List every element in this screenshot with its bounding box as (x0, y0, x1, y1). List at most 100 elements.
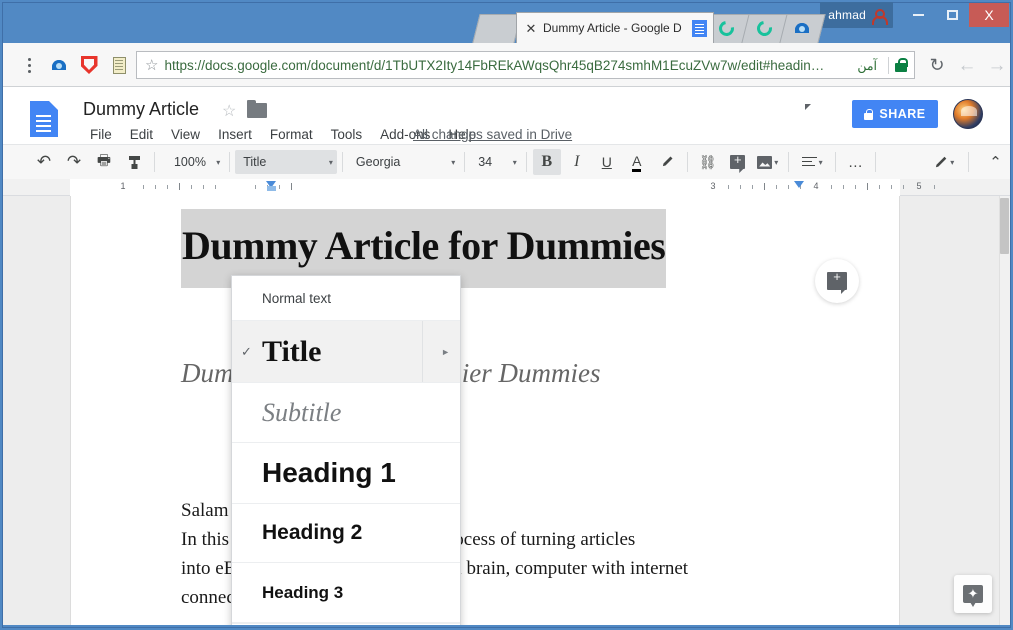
align-button[interactable]: ▾ (795, 149, 830, 175)
menu-view[interactable]: View (162, 127, 209, 142)
google-docs-app: Dummy Article ☆ File Edit View Insert Fo… (3, 87, 1010, 625)
omnibox-divider (888, 56, 889, 74)
tab-dummy-article[interactable]: ✕ Dummy Article - Google D (516, 12, 714, 43)
url-text[interactable]: https://docs.google.com/document/d/1TbUT… (164, 58, 857, 73)
document-title[interactable]: Dummy Article (83, 99, 199, 120)
insert-link-button[interactable]: ⛓ (694, 149, 722, 175)
chevron-down-icon: ▾ (451, 157, 456, 167)
google-docs-icon[interactable] (30, 101, 58, 137)
tab-3-favicon-wrap (782, 18, 822, 38)
balloon-icon (795, 23, 809, 33)
text-color-button[interactable]: A (623, 149, 651, 175)
add-comment-button[interactable] (724, 149, 752, 175)
toolbar-divider (686, 152, 688, 172)
menu-format[interactable]: Format (261, 127, 322, 142)
menu-item-label: Heading 3 (262, 582, 344, 602)
menu-tools[interactable]: Tools (322, 127, 372, 142)
explore-button[interactable] (954, 575, 992, 613)
ruler-number: 4 (813, 181, 819, 191)
arrow-left-icon: ← (957, 54, 977, 76)
font-family-selector[interactable]: Georgia ▾ (348, 150, 459, 174)
menu-insert[interactable]: Insert (209, 127, 261, 142)
menu-item-options[interactable]: Options ► (232, 623, 460, 625)
chevron-down-icon: ▾ (216, 157, 221, 167)
zoom-value: 100% (173, 155, 206, 169)
back-button[interactable]: ← (955, 53, 979, 77)
show-comments-button[interactable] (813, 105, 834, 123)
chevron-right-icon[interactable]: ► (441, 347, 450, 357)
menu-item-heading-1[interactable]: Heading 1 (232, 443, 460, 504)
tab-title: Dummy Article - Google D (543, 21, 682, 35)
underline-button[interactable]: U (593, 149, 621, 175)
toolbar-divider (968, 152, 970, 172)
redo-button[interactable]: ↷ (60, 149, 88, 175)
document-canvas[interactable]: Dummy Article for Dummies Dummy Article … (3, 196, 1010, 625)
chevron-down-icon: ▾ (818, 157, 823, 167)
print-button[interactable]: 🖶 (90, 149, 118, 175)
address-bar[interactable]: ☆ https://docs.google.com/document/d/1Tb… (136, 51, 915, 79)
menu-file[interactable]: File (81, 127, 121, 142)
more-options-button[interactable]: … (842, 149, 869, 175)
floating-add-comment-button[interactable] (815, 259, 859, 303)
star-icon[interactable]: ☆ (143, 58, 164, 73)
document-page[interactable]: Dummy Article for Dummies Dummy Article … (70, 196, 900, 625)
tab-close-icon[interactable]: ✕ (525, 22, 537, 35)
security-label: آمن (857, 58, 877, 73)
menu-item-heading-3[interactable]: Heading 3 (232, 563, 460, 623)
bold-button[interactable]: B (532, 149, 561, 175)
menu-item-subtitle[interactable]: Subtitle (232, 383, 460, 443)
ruler-number: 1 (120, 181, 126, 191)
undo-button[interactable]: ↶ (30, 149, 58, 175)
menu-edit[interactable]: Edit (121, 127, 162, 142)
collapse-toolbar-button[interactable]: ⌃ (982, 149, 1009, 175)
browser-window: ahmad X ✕ Dummy Article - Google D ☆ htt… (0, 0, 1013, 630)
left-indent-marker[interactable] (266, 181, 276, 191)
document-heading[interactable]: Dummy Article for Dummies (181, 209, 806, 288)
right-indent-marker[interactable] (794, 181, 804, 188)
vertical-scrollbar[interactable] (999, 196, 1010, 625)
tab-1-favicon-wrap (706, 17, 746, 39)
edit-mode-button[interactable]: ▾ (925, 149, 962, 175)
check-icon: ✓ (241, 343, 252, 359)
extension-notepad-button[interactable] (107, 53, 131, 77)
menu-item-label: Heading 2 (262, 521, 363, 544)
folder-icon[interactable] (247, 100, 267, 118)
menu-item-label: Subtitle (262, 397, 342, 427)
docs-toolbar: ↶ ↷ 🖶 100% ▾ Title ▾ Georgia ▾ 34 ▾ B I … (3, 144, 1010, 179)
highlight-color-button[interactable] (653, 149, 681, 175)
lock-icon[interactable] (895, 58, 908, 72)
share-button[interactable]: SHARE (852, 100, 938, 128)
text-color-icon: A (632, 152, 642, 172)
extension-shield-button[interactable] (77, 53, 101, 77)
ruler[interactable]: 1 3 4 5 (3, 179, 1010, 196)
three-dots-vertical-icon (27, 63, 31, 67)
balloon-icon (52, 60, 66, 70)
menu-item-heading-2[interactable]: Heading 2 (232, 504, 460, 563)
toolbar-divider (341, 152, 343, 172)
underline-icon: U (601, 154, 612, 170)
menu-item-normal-text[interactable]: Normal text (232, 276, 460, 321)
browser-menu-button[interactable] (17, 53, 41, 77)
font-size-selector[interactable]: 34 ▾ (470, 150, 521, 174)
save-status-link[interactable]: All changes saved in Drive (413, 127, 572, 142)
paragraph-style-selector[interactable]: Title ▾ (235, 150, 337, 174)
extension-balloon-button[interactable] (47, 53, 71, 77)
paint-format-button[interactable] (120, 149, 148, 175)
forward-button[interactable]: → (985, 53, 1009, 77)
star-icon[interactable]: ☆ (222, 101, 236, 121)
italic-button[interactable]: I (563, 149, 591, 175)
menu-item-title[interactable]: ✓ Title ► (232, 321, 460, 383)
paragraph-style-menu[interactable]: Normal text ✓ Title ► Subtitle Heading 1… (231, 275, 461, 625)
menu-item-label: Heading 1 (262, 457, 396, 488)
avatar[interactable] (953, 99, 983, 129)
insert-image-button[interactable]: ▾ (754, 149, 782, 175)
link-icon: ⛓ (698, 153, 717, 170)
tab-blank[interactable] (472, 14, 522, 43)
bold-icon: B (541, 153, 553, 170)
chevron-down-icon: ▾ (950, 157, 955, 167)
scrollbar-thumb[interactable] (1000, 198, 1009, 254)
reload-button[interactable]: ↻ (925, 53, 949, 77)
zoom-selector[interactable]: 100% ▾ (166, 150, 224, 174)
align-icon (801, 156, 817, 168)
font-size-value: 34 (478, 155, 493, 169)
